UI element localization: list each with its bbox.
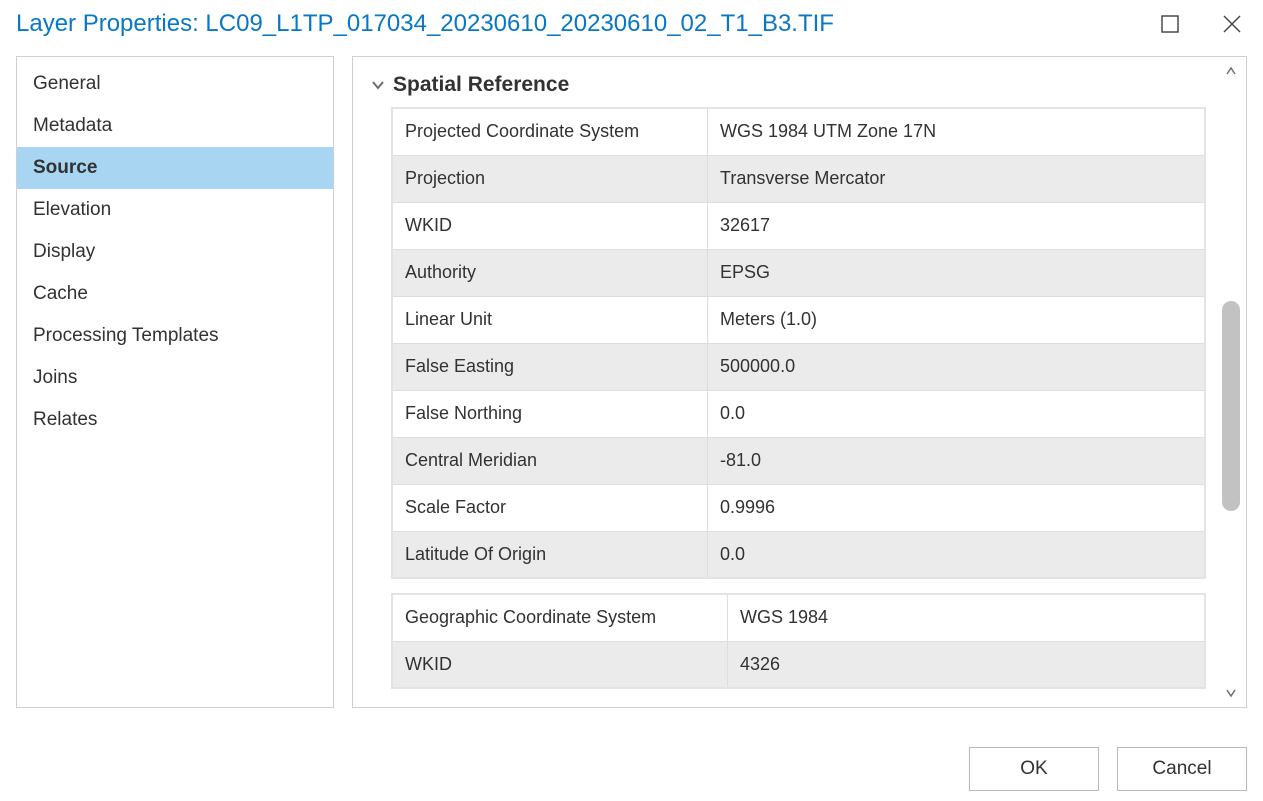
- sidebar-item-joins[interactable]: Joins: [17, 357, 333, 399]
- prop-key: WKID: [392, 641, 728, 688]
- sidebar-item-processing-templates[interactable]: Processing Templates: [17, 315, 333, 357]
- prop-value: Transverse Mercator: [708, 155, 1206, 202]
- prop-value: WGS 1984: [728, 594, 1206, 641]
- maximize-button[interactable]: [1157, 11, 1183, 37]
- dialog-footer: OK Cancel: [969, 747, 1247, 791]
- table-row: WKID32617: [392, 202, 1205, 249]
- prop-value: 0.0: [708, 390, 1206, 437]
- sidebar-item-metadata[interactable]: Metadata: [17, 105, 333, 147]
- vertical-scrollbar[interactable]: [1216, 57, 1246, 707]
- prop-key: Geographic Coordinate System: [392, 594, 728, 641]
- scroll-track[interactable]: [1222, 83, 1240, 681]
- prop-value: 32617: [708, 202, 1206, 249]
- scroll-up-icon[interactable]: [1216, 59, 1246, 83]
- projected-cs-table: Projected Coordinate SystemWGS 1984 UTM …: [391, 107, 1206, 579]
- prop-value: EPSG: [708, 249, 1206, 296]
- table-row: Central Meridian-81.0: [392, 437, 1205, 484]
- prop-value: 500000.0: [708, 343, 1206, 390]
- sidebar-item-general[interactable]: General: [17, 63, 333, 105]
- prop-key: False Easting: [392, 343, 708, 390]
- table-row: WKID4326: [392, 641, 1205, 688]
- sidebar-item-cache[interactable]: Cache: [17, 273, 333, 315]
- prop-key: Latitude Of Origin: [392, 531, 708, 578]
- prop-key: Linear Unit: [392, 296, 708, 343]
- window-buttons: [1157, 11, 1245, 37]
- prop-value: 0.9996: [708, 484, 1206, 531]
- scroll-thumb[interactable]: [1222, 301, 1240, 511]
- prop-value: Meters (1.0): [708, 296, 1206, 343]
- ok-button[interactable]: OK: [969, 747, 1099, 791]
- table-row: Projected Coordinate SystemWGS 1984 UTM …: [392, 108, 1205, 155]
- table-row: AuthorityEPSG: [392, 249, 1205, 296]
- table-row: Geographic Coordinate SystemWGS 1984: [392, 594, 1205, 641]
- table-row: Latitude Of Origin0.0: [392, 531, 1205, 578]
- table-row: False Easting500000.0: [392, 343, 1205, 390]
- titlebar: Layer Properties: LC09_L1TP_017034_20230…: [0, 0, 1263, 48]
- sidebar-item-relates[interactable]: Relates: [17, 399, 333, 441]
- prop-value: 4326: [728, 641, 1206, 688]
- table-row: ProjectionTransverse Mercator: [392, 155, 1205, 202]
- chevron-down-icon: [369, 76, 387, 94]
- sidebar: General Metadata Source Elevation Displa…: [16, 56, 334, 708]
- section-header-spatial-reference[interactable]: Spatial Reference: [369, 73, 1208, 97]
- table-row: Linear UnitMeters (1.0): [392, 296, 1205, 343]
- prop-key: Projection: [392, 155, 708, 202]
- cancel-button[interactable]: Cancel: [1117, 747, 1247, 791]
- prop-key: Projected Coordinate System: [392, 108, 708, 155]
- prop-key: Authority: [392, 249, 708, 296]
- geographic-cs-table: Geographic Coordinate SystemWGS 1984 WKI…: [391, 593, 1206, 689]
- scroll-down-icon[interactable]: [1216, 681, 1246, 705]
- prop-value: WGS 1984 UTM Zone 17N: [708, 108, 1206, 155]
- table-row: Scale Factor0.9996: [392, 484, 1205, 531]
- prop-key: WKID: [392, 202, 708, 249]
- sidebar-item-source[interactable]: Source: [17, 147, 333, 189]
- prop-value: 0.0: [708, 531, 1206, 578]
- table-row: False Northing0.0: [392, 390, 1205, 437]
- layer-properties-dialog: Layer Properties: LC09_L1TP_017034_20230…: [0, 0, 1263, 801]
- prop-value: -81.0: [708, 437, 1206, 484]
- close-button[interactable]: [1219, 11, 1245, 37]
- prop-key: Scale Factor: [392, 484, 708, 531]
- dialog-title: Layer Properties: LC09_L1TP_017034_20230…: [16, 10, 834, 38]
- section-title: Spatial Reference: [393, 73, 569, 97]
- prop-key: False Northing: [392, 390, 708, 437]
- sidebar-item-display[interactable]: Display: [17, 231, 333, 273]
- content-panel: Spatial Reference Projected Coordinate S…: [352, 56, 1247, 708]
- sidebar-item-elevation[interactable]: Elevation: [17, 189, 333, 231]
- prop-key: Central Meridian: [392, 437, 708, 484]
